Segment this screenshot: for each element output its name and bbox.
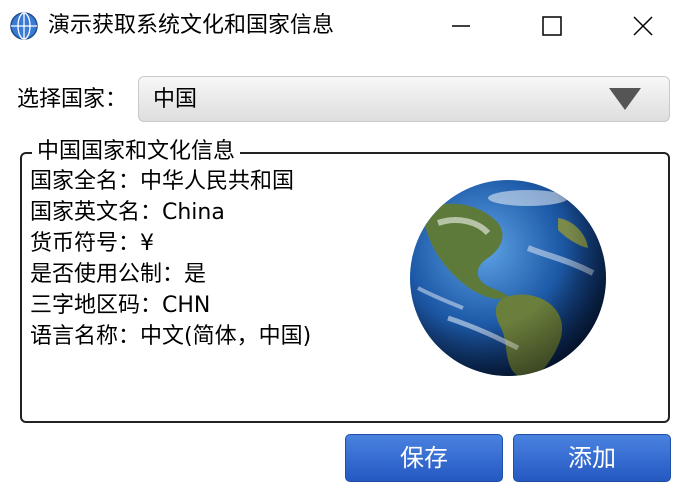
maximize-button[interactable] [507,0,597,52]
info-line-region-code: 三字地区码：CHN [30,293,211,318]
country-dropdown[interactable]: 中国 [138,76,670,122]
info-line-language: 语言名称：中文(简体，中国) [30,324,312,349]
window-title: 演示获取系统文化和国家信息 [48,13,335,38]
info-line-english-name: 国家英文名：China [30,200,225,225]
add-button[interactable]: 添加 [513,434,671,482]
save-button[interactable]: 保存 [345,434,503,482]
info-line-currency-symbol: 货币符号：¥ [30,231,154,256]
close-button[interactable] [598,0,688,52]
info-groupbox-title: 中国国家和文化信息 [32,137,241,167]
country-select-label: 选择国家： [17,87,128,112]
earth-globe-image [410,180,606,376]
globe-app-icon [10,12,38,40]
close-icon [633,16,653,36]
info-line-full-name: 国家全名：中华人民共和国 [30,169,295,194]
country-dropdown-value: 中国 [153,87,198,112]
minimize-button[interactable] [416,0,506,52]
dropdown-arrow-icon[interactable] [609,88,641,112]
info-line-metric: 是否使用公制：是 [30,262,207,287]
maximize-icon [542,16,562,36]
minimize-icon [452,25,470,27]
title-bar: 演示获取系统文化和国家信息 [0,0,691,52]
